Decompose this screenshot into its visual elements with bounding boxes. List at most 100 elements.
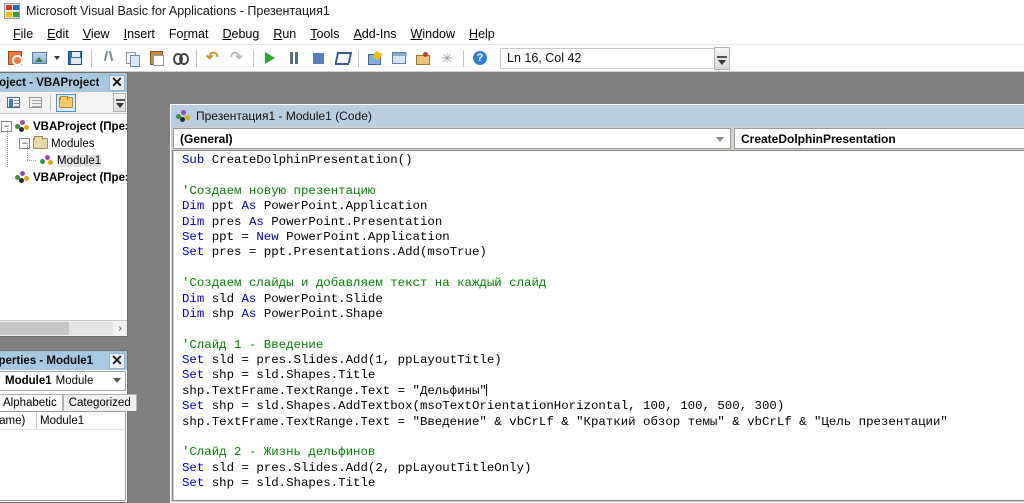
tree-item-vbaproject-2[interactable]: VBAProject (Презе (0, 169, 127, 186)
menu-insert[interactable]: Insert (117, 25, 162, 43)
code-token: sld = pres.Slides.Add(2, ppLayoutTitleOn… (211, 460, 532, 475)
cut-icon[interactable] (97, 48, 119, 69)
module-icon (176, 109, 191, 123)
toolbar-overflow-button[interactable] (714, 46, 730, 70)
properties-object-type: Module (55, 375, 94, 387)
properties-window-icon[interactable] (388, 48, 410, 69)
code-token: Set (182, 353, 212, 368)
toolbar-separator (196, 49, 197, 67)
code-line: Set shp = sld.Shapes.Title (182, 368, 1024, 383)
menu-view[interactable]: View (76, 25, 117, 43)
paste-icon[interactable] (145, 48, 167, 69)
menu-edit[interactable]: Edit (40, 25, 76, 43)
property-row[interactable]: (Name) Module1 (0, 412, 125, 430)
help-icon[interactable]: ? (469, 48, 491, 69)
menu-format[interactable]: Format (162, 25, 216, 43)
menu-debug[interactable]: Debug (215, 25, 266, 43)
project-toolbar-overflow[interactable] (113, 93, 126, 112)
view-office-icon[interactable] (4, 48, 26, 69)
code-token: New (256, 229, 287, 244)
code-token: Dim (182, 291, 212, 306)
menu-window[interactable]: Window (404, 25, 462, 43)
code-token: pres (211, 214, 249, 229)
project-explorer-panel: Project - VBAProject ✕ − VB (0, 72, 128, 337)
cursor-position-indicator: Ln 16, Col 42 (500, 47, 715, 69)
properties-object-combo[interactable]: Module1 Module (0, 371, 126, 391)
code-token: Sub (182, 153, 212, 167)
code-line: Dim sld As PowerPoint.Slide (182, 292, 1024, 307)
code-token: pres = ppt.Presentations.Add(msoTrue) (211, 245, 487, 260)
close-icon[interactable]: ✕ (109, 74, 125, 91)
scroll-right-icon[interactable]: › (113, 322, 127, 336)
view-code-icon[interactable] (3, 94, 23, 112)
code-editor[interactable]: Sub CreateDolphinPresentation() 'Создаем… (173, 151, 1024, 500)
mdi-workspace: Project - VBAProject ✕ − VB (0, 72, 1024, 503)
tree-item-label: Modules (51, 137, 95, 150)
code-line: Set ppt = New PowerPoint.Application (182, 230, 1024, 245)
project-tree: − VBAProject (Презе − Modules Module1 (0, 114, 127, 320)
property-value[interactable]: Module1 (37, 412, 125, 429)
tree-item-label: VBAProject (Презе (33, 171, 127, 184)
code-window-titlebar: Презентация1 - Module1 (Code) (171, 105, 1024, 127)
scroll-track[interactable] (0, 322, 113, 335)
design-mode-icon[interactable] (331, 48, 353, 69)
code-token: ppt (211, 199, 242, 214)
tree-item-modules[interactable]: − Modules (0, 135, 127, 152)
menu-bar: File Edit View Insert Format Debug Run T… (0, 24, 1024, 45)
insert-userform-icon[interactable] (28, 48, 50, 69)
chevron-down-icon[interactable] (716, 137, 724, 142)
code-token: Dim (182, 306, 212, 321)
project-explorer-titlebar: Project - VBAProject ✕ (0, 73, 127, 92)
tree-item-vbaproject-1[interactable]: − VBAProject (Презе (0, 118, 127, 135)
standard-toolbar: ✳ ? Ln 16, Col 42 (0, 45, 1024, 72)
tab-categorized[interactable]: Categorized (62, 394, 137, 411)
code-line: Dim shp As PowerPoint.Shape (182, 307, 1024, 322)
menu-addins[interactable]: Add-Ins (346, 25, 403, 43)
vba-ide-window: Microsoft Visual Basic for Applications … (0, 0, 1024, 503)
reset-icon[interactable] (307, 48, 329, 69)
menu-file[interactable]: File (6, 25, 40, 43)
undo-icon[interactable] (202, 48, 224, 69)
code-token: PowerPoint.Application (263, 199, 428, 214)
code-line: Set pres = ppt.Presentations.Add(msoTrue… (182, 245, 1024, 260)
view-object-icon[interactable] (25, 94, 45, 112)
code-token: Dim (182, 199, 212, 214)
toolbar-separator (253, 49, 254, 67)
redo-icon[interactable] (226, 48, 248, 69)
tree-expander[interactable]: − (19, 138, 30, 149)
project-explorer-icon[interactable] (364, 48, 386, 69)
insert-dropdown-icon[interactable] (51, 48, 63, 69)
code-editor-body: Sub CreateDolphinPresentation() 'Создаем… (172, 150, 1024, 501)
copy-icon[interactable] (121, 48, 143, 69)
chevron-down-icon[interactable] (113, 378, 121, 383)
project-horizontal-scrollbar[interactable]: ‹ › (0, 320, 127, 336)
title-bar: Microsoft Visual Basic for Applications … (0, 0, 1024, 22)
code-token: 'Создаем слайды и добавляем текст на каж… (182, 276, 547, 291)
menu-run[interactable]: Run (266, 25, 303, 43)
run-icon[interactable] (259, 48, 281, 69)
code-token: sld = pres.Slides.Add(1, ppLayoutTitle) (211, 353, 502, 368)
menu-help[interactable]: Help (462, 25, 502, 43)
object-browser-icon[interactable] (412, 48, 434, 69)
code-token: sld (211, 291, 242, 306)
toolbox-icon[interactable]: ✳ (436, 48, 458, 69)
code-token: As (241, 306, 264, 321)
find-icon[interactable] (169, 48, 191, 69)
tree-connector (27, 143, 28, 161)
break-icon[interactable] (283, 48, 305, 69)
close-icon[interactable]: ✕ (109, 352, 125, 369)
code-token: As (241, 199, 264, 214)
procedure-combo-value: CreateDolphinPresentation (741, 131, 896, 146)
scroll-thumb[interactable] (0, 322, 69, 335)
tree-item-module1[interactable]: Module1 (0, 152, 127, 169)
save-icon[interactable] (64, 48, 86, 69)
procedure-combo[interactable]: CreateDolphinPresentation (734, 128, 1024, 149)
properties-titlebar: roperties - Module1 ✕ (0, 351, 127, 370)
object-combo[interactable]: (General) (173, 128, 731, 149)
tab-alphabetic[interactable]: Alphabetic (0, 394, 63, 411)
toggle-folders-icon[interactable] (56, 93, 76, 112)
window-title: Microsoft Visual Basic for Applications … (26, 4, 330, 18)
menu-tools[interactable]: Tools (303, 25, 346, 43)
